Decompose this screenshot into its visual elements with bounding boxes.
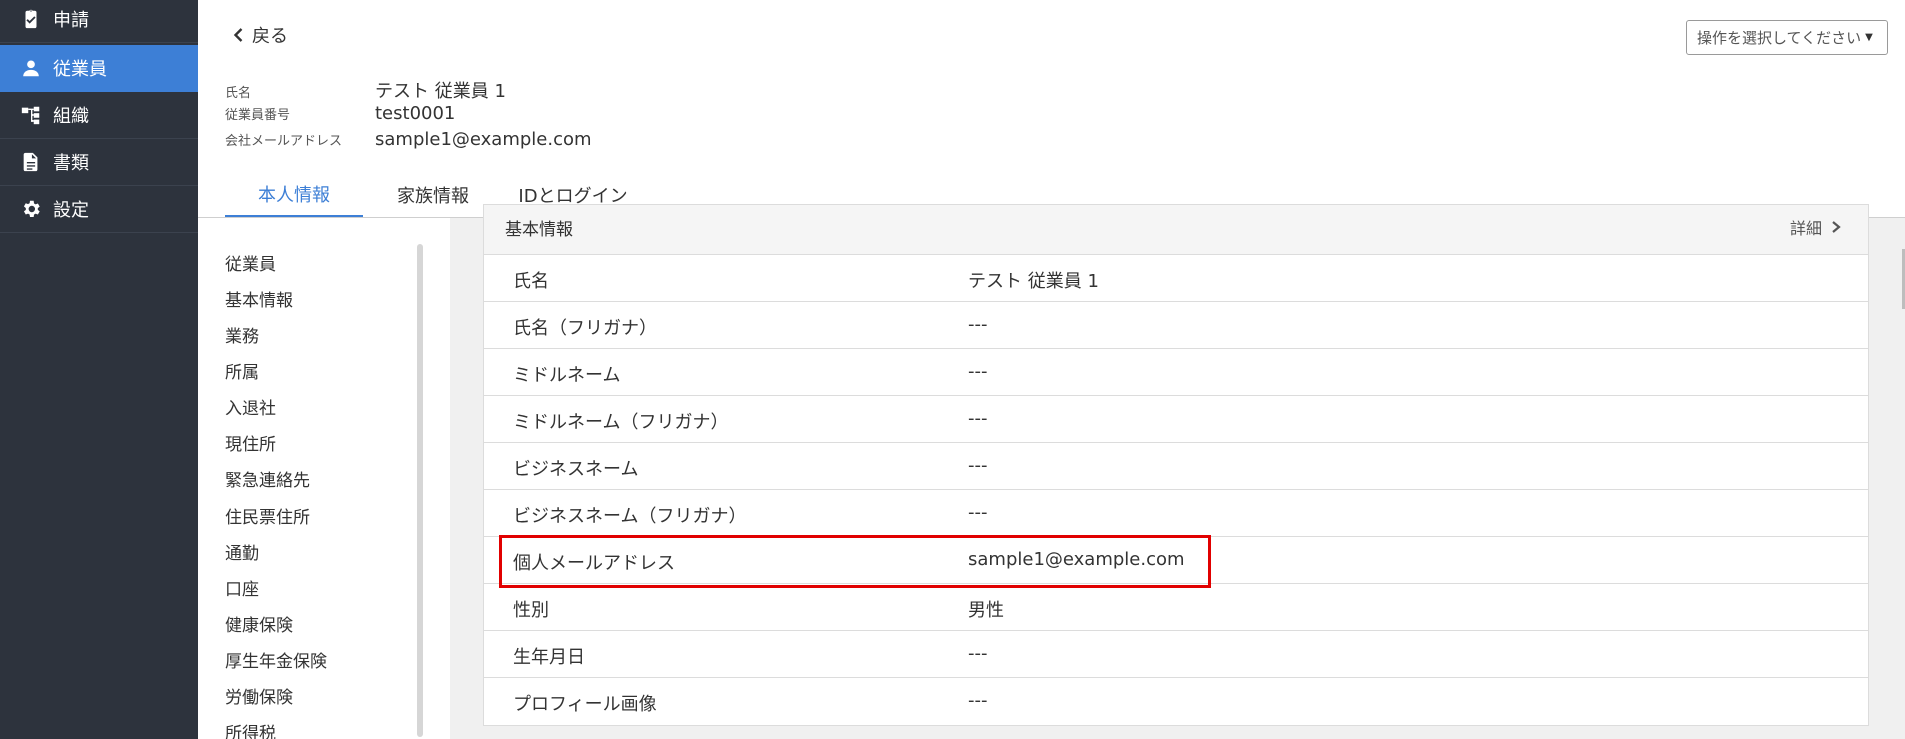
section-item[interactable]: 基本情報	[225, 286, 293, 311]
back-link[interactable]: 戻る	[232, 22, 288, 48]
table-row: ビジネスネーム ---	[484, 443, 1868, 490]
row-key: 個人メールアドレス	[513, 553, 675, 574]
card-header: 基本情報 詳細	[484, 205, 1868, 255]
row-key: ミドルネーム（フリガナ）	[513, 412, 729, 433]
info-value: sample1@example.com	[375, 129, 592, 150]
sidebar-item-label: 従業員	[53, 59, 107, 80]
row-value: テスト 従業員 1	[968, 271, 1099, 292]
info-row-company-email: 会社メールアドレス sample1@example.com	[225, 129, 592, 150]
info-value: テスト 従業員 1	[375, 81, 506, 102]
section-item[interactable]: 住民票住所	[225, 503, 310, 528]
row-key: 性別	[513, 600, 549, 621]
sidebar-item-label: 組織	[53, 106, 89, 127]
section-item[interactable]: 労働保険	[225, 683, 293, 708]
sidebar-item-label: 設定	[53, 200, 89, 221]
row-value: ---	[968, 502, 988, 523]
sidebar-item-organization[interactable]: 組織	[0, 92, 198, 139]
caret-down-icon: ▼	[1865, 32, 1873, 43]
table-row: 性別 男性	[484, 584, 1868, 631]
section-item[interactable]: 厚生年金保険	[225, 647, 327, 672]
sidebar-item-label: 申請	[53, 10, 89, 31]
section-item[interactable]: 所得税	[225, 719, 276, 739]
info-label: 氏名	[225, 86, 252, 101]
clipboard-check-icon	[20, 8, 42, 30]
section-item[interactable]: 緊急連絡先	[225, 466, 310, 491]
detail-link[interactable]: 詳細	[1790, 215, 1842, 239]
table-row: ビジネスネーム（フリガナ） ---	[484, 490, 1868, 537]
sidebar: 申請 従業員 組織 書類 設定	[0, 0, 198, 739]
row-value: ---	[968, 314, 988, 335]
document-icon	[20, 151, 42, 173]
chevron-left-icon	[233, 28, 243, 42]
row-key: 生年月日	[513, 647, 585, 668]
tab-family-info[interactable]: 家族情報	[363, 172, 503, 218]
section-item[interactable]: 業務	[225, 322, 259, 347]
section-item[interactable]: 通勤	[225, 539, 259, 564]
row-value: ---	[968, 643, 988, 664]
back-label: 戻る	[252, 26, 288, 47]
info-label: 従業員番号	[225, 108, 291, 123]
chevron-right-icon	[1832, 221, 1841, 233]
section-item[interactable]: 従業員	[225, 250, 276, 275]
section-item[interactable]: 現住所	[225, 430, 276, 455]
action-select[interactable]: 操作を選択してください ▼	[1686, 20, 1888, 55]
row-value: ---	[968, 408, 988, 429]
row-value: sample1@example.com	[968, 549, 1185, 570]
card-title: 基本情報	[505, 220, 573, 240]
row-value: ---	[968, 361, 988, 382]
section-item[interactable]: 入退社	[225, 394, 276, 419]
section-menu-scrollbar[interactable]	[417, 244, 423, 737]
info-row-employee-number: 従業員番号 test0001	[225, 103, 455, 124]
sidebar-item-applications[interactable]: 申請	[0, 0, 198, 43]
info-label: 会社メールアドレス	[225, 134, 343, 149]
table-row-personal-email: 個人メールアドレス sample1@example.com	[484, 537, 1868, 584]
row-value: ---	[968, 455, 988, 476]
row-key: 氏名	[513, 271, 549, 292]
info-value: test0001	[375, 103, 456, 124]
section-item[interactable]: 口座	[225, 575, 259, 600]
row-key: プロフィール画像	[513, 694, 657, 715]
section-item[interactable]: 健康保険	[225, 611, 293, 636]
row-key: ミドルネーム	[513, 365, 621, 386]
row-key: ビジネスネーム（フリガナ）	[513, 506, 747, 527]
gear-icon	[20, 198, 42, 220]
detail-label: 詳細	[1789, 219, 1822, 238]
table-row: ミドルネーム ---	[484, 349, 1868, 396]
org-tree-icon	[20, 104, 42, 126]
sidebar-item-label: 書類	[53, 153, 89, 174]
row-key: ビジネスネーム	[513, 459, 639, 480]
table-row: 氏名 テスト 従業員 1	[484, 255, 1868, 302]
row-value: 男性	[968, 600, 1004, 621]
action-select-placeholder: 操作を選択してください	[1697, 29, 1862, 47]
section-item[interactable]: 所属	[225, 358, 259, 383]
basic-info-card: 基本情報 詳細 氏名 テスト 従業員 1 氏名（フリガナ） --- ミドルネーム…	[483, 204, 1869, 726]
sidebar-item-documents[interactable]: 書類	[0, 139, 198, 186]
person-icon	[20, 57, 42, 79]
table-row: 氏名（フリガナ） ---	[484, 302, 1868, 349]
info-row-name: 氏名 テスト 従業員 1	[225, 77, 506, 103]
tab-personal-info[interactable]: 本人情報	[225, 172, 363, 218]
row-key: 氏名（フリガナ）	[513, 318, 657, 339]
sidebar-item-employees[interactable]: 従業員	[0, 45, 198, 92]
sidebar-item-settings[interactable]: 設定	[0, 186, 198, 233]
table-row: プロフィール画像 ---	[484, 678, 1868, 725]
row-value: ---	[968, 690, 988, 711]
table-row: ミドルネーム（フリガナ） ---	[484, 396, 1868, 443]
table-row: 生年月日 ---	[484, 631, 1868, 678]
